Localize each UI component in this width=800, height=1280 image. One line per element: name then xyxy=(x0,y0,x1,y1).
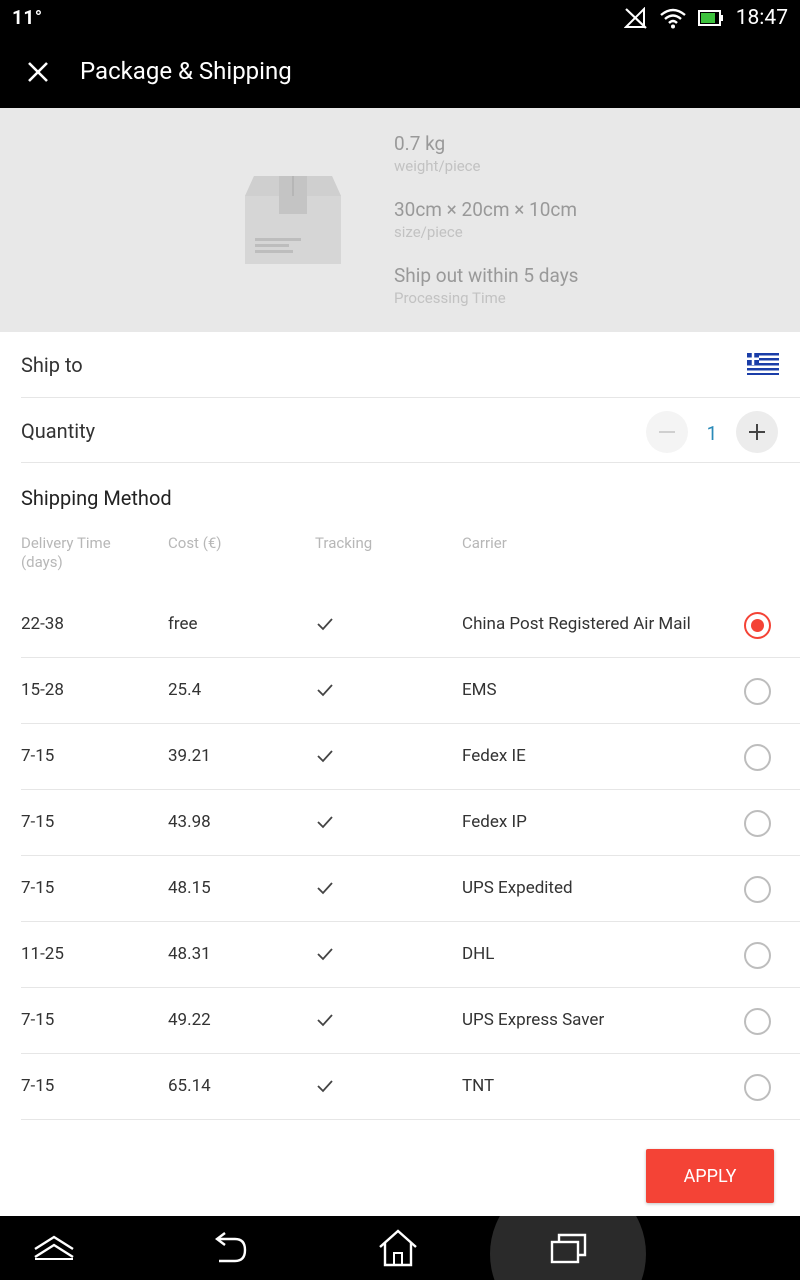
greece-flag-icon xyxy=(747,353,779,375)
delivery-time-unit: (days) xyxy=(21,553,63,571)
size-label: size/piece xyxy=(394,223,463,241)
tracking-check-icon xyxy=(316,748,334,768)
size-value: 30cm × 20cm × 10cm xyxy=(394,198,578,221)
carrier-name: China Post Registered Air Mail xyxy=(462,614,691,634)
app-bar: Package & Shipping xyxy=(0,36,800,108)
delivery-time: 11-25 xyxy=(21,944,64,964)
shipping-method-row[interactable]: 15-28 25.4 EMS xyxy=(21,658,800,724)
quantity-label: Quantity xyxy=(21,419,96,443)
shipping-method-radio[interactable] xyxy=(744,1074,771,1101)
processing-label: Processing Time xyxy=(394,289,506,307)
nav-back-button[interactable] xyxy=(179,1216,279,1280)
carrier-name: TNT xyxy=(462,1076,495,1096)
delivery-time: 7-15 xyxy=(21,1010,55,1030)
shipping-method-row[interactable]: 22-38 free China Post Registered Air Mail xyxy=(21,592,800,658)
quantity-value[interactable]: 1 xyxy=(701,422,723,445)
shipping-cost: 25.4 xyxy=(168,680,202,700)
tracking-check-icon xyxy=(316,814,334,834)
package-box-icon xyxy=(244,176,342,268)
tracking-check-icon xyxy=(316,1078,334,1098)
navigation-bar xyxy=(0,1216,800,1280)
shipping-cost: 43.98 xyxy=(168,812,211,832)
delivery-time: 15-28 xyxy=(21,680,64,700)
delivery-time-header: Delivery Time xyxy=(21,534,111,552)
shipping-method-radio[interactable] xyxy=(744,678,771,705)
shipping-method-radio[interactable] xyxy=(744,810,771,837)
processing-value: Ship out within 5 days xyxy=(394,264,579,287)
quantity-decrement-button[interactable] xyxy=(646,411,688,453)
weight-info: 0.7 kg weight/piece xyxy=(394,132,480,175)
delivery-time: 7-15 xyxy=(21,812,55,832)
ship-to-row[interactable]: Ship to xyxy=(21,333,800,398)
close-button[interactable] xyxy=(20,54,56,90)
tracking-check-icon xyxy=(316,1012,334,1032)
delivery-time: 7-15 xyxy=(21,1076,55,1096)
nav-menu-button[interactable] xyxy=(4,1216,104,1280)
carrier-name: UPS Expedited xyxy=(462,878,573,898)
carrier-name: EMS xyxy=(462,680,497,700)
shipping-method-row[interactable]: 7-15 65.14 TNT xyxy=(21,1054,800,1120)
shipping-method-row[interactable]: 7-15 39.21 Fedex IE xyxy=(21,724,800,790)
shipping-cost: 65.14 xyxy=(168,1076,211,1096)
column-header-delivery-time: Delivery Time (days) xyxy=(21,534,111,572)
close-icon xyxy=(28,62,48,82)
shipping-method-row[interactable]: 7-15 48.15 UPS Expedited xyxy=(21,856,800,922)
column-header-tracking: Tracking xyxy=(315,534,373,552)
shipping-method-row[interactable]: 7-15 43.98 Fedex IP xyxy=(21,790,800,856)
size-info: 30cm × 20cm × 10cm size/piece xyxy=(394,198,577,241)
status-bar: 11° 18:47 xyxy=(0,0,800,36)
wifi-icon xyxy=(659,7,686,29)
quantity-row: Quantity 1 xyxy=(21,398,800,463)
page-title: Package & Shipping xyxy=(80,57,292,85)
status-icons: 18:47 xyxy=(623,3,788,33)
tracking-check-icon xyxy=(316,880,334,900)
shipping-method-radio[interactable] xyxy=(744,1008,771,1035)
shipping-method-row[interactable]: 11-25 48.31 DHL xyxy=(21,922,800,988)
shipping-cost: 49.22 xyxy=(168,1010,211,1030)
weight-label: weight/piece xyxy=(394,157,481,175)
processing-info: Ship out within 5 days Processing Time xyxy=(394,264,579,307)
recent-apps-icon xyxy=(550,1233,587,1264)
delivery-time: 22-38 xyxy=(21,614,64,634)
ship-to-label: Ship to xyxy=(21,353,83,377)
battery-icon xyxy=(697,9,724,27)
home-icon xyxy=(379,1229,417,1267)
clock: 18:47 xyxy=(735,6,788,30)
shipping-method-radio[interactable] xyxy=(744,744,771,771)
shipping-method-radio[interactable] xyxy=(744,942,771,969)
weight-value: 0.7 kg xyxy=(394,132,446,155)
shipping-cost: 48.31 xyxy=(168,944,211,964)
chevron-up-icon xyxy=(34,1235,74,1260)
nav-recents-button[interactable] xyxy=(519,1216,619,1280)
tracking-check-icon xyxy=(316,946,334,966)
apply-button[interactable]: APPLY xyxy=(646,1149,774,1203)
carrier-name: Fedex IE xyxy=(462,746,526,766)
tracking-check-icon xyxy=(316,616,334,636)
plus-icon xyxy=(749,424,765,440)
shipping-method-title: Shipping Method xyxy=(21,486,172,510)
carrier-name: UPS Express Saver xyxy=(462,1010,605,1030)
tracking-check-icon xyxy=(316,682,334,702)
shipping-method-radio[interactable] xyxy=(744,612,771,639)
back-icon xyxy=(215,1232,247,1263)
column-header-cost: Cost (€) xyxy=(168,534,222,552)
nav-home-button[interactable] xyxy=(348,1216,448,1280)
carrier-name: Fedex IP xyxy=(462,812,527,832)
shipping-cost: free xyxy=(168,614,198,634)
shipping-cost: 39.21 xyxy=(168,746,211,766)
shipping-method-row[interactable]: 7-15 49.22 UPS Express Saver xyxy=(21,988,800,1054)
shipping-cost: 48.15 xyxy=(168,878,211,898)
delivery-time: 7-15 xyxy=(21,878,55,898)
minus-icon xyxy=(659,431,675,433)
quantity-increment-button[interactable] xyxy=(736,411,778,453)
delivery-time: 7-15 xyxy=(21,746,55,766)
no-signal-icon xyxy=(623,7,648,29)
carrier-name: DHL xyxy=(462,944,495,964)
weather-temperature: 11° xyxy=(12,6,43,29)
column-header-carrier: Carrier xyxy=(462,534,507,552)
shipping-method-radio[interactable] xyxy=(744,876,771,903)
